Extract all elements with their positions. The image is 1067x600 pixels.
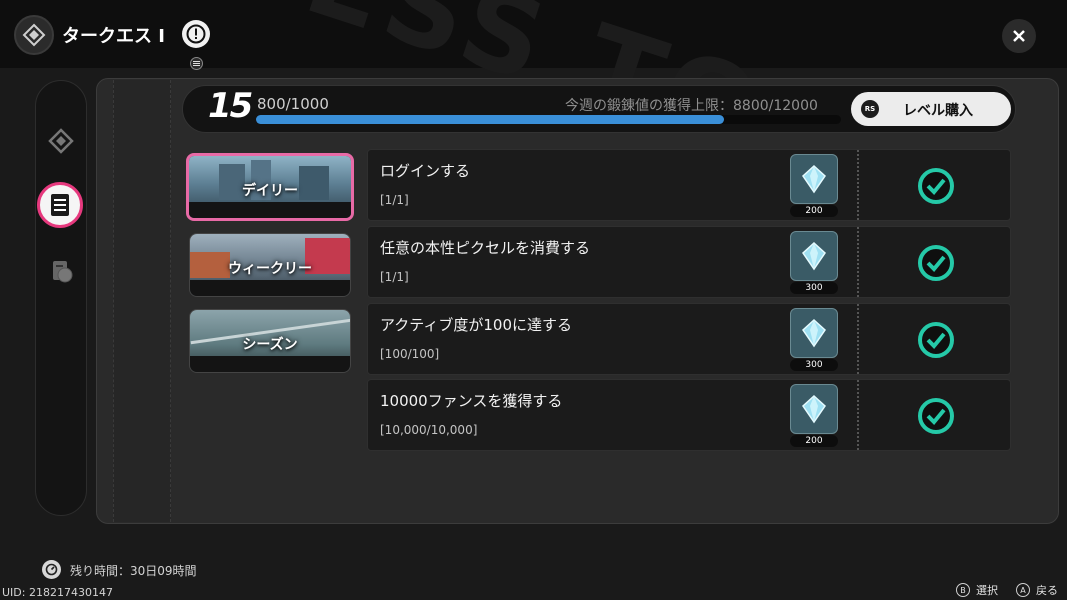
weekly-cap-text: 今週の鍛錬値の獲得上限：8800/12000 [565,98,818,114]
xp-progress-text: 800/1000 [257,95,329,113]
close-icon [1013,30,1025,42]
nav-records-button[interactable] [40,250,82,292]
level-number: 15 [208,86,253,126]
page-title: タークエス Ⅰ [62,26,165,47]
check-complete-icon [918,398,954,434]
b-button-icon: B [956,583,970,597]
hint-back[interactable]: A 戻る [1016,582,1058,598]
tab-daily-label: デイリー [242,183,298,199]
crystal-icon [790,154,838,204]
mission-row[interactable]: ログインする [1/1] 200 [367,149,1011,221]
check-complete-icon [918,245,954,281]
row-divider [857,150,859,220]
hint-select-label: 選択 [976,584,998,597]
main-panel [96,78,1059,524]
reward-item[interactable]: 200 [790,154,838,217]
clock-icon [42,560,61,579]
exclamation-icon[interactable] [182,20,210,48]
remaining-time: 残り時間：30日09時間 [70,564,197,578]
mission-title: ログインする [380,162,471,180]
menu-icon[interactable] [190,57,203,70]
reward-item[interactable]: 200 [790,384,838,447]
reward-item[interactable]: 300 [790,231,838,294]
crystal-icon [790,384,838,434]
decorative-strip [113,80,171,522]
buy-level-button[interactable]: RS レベル購入 [851,92,1011,126]
mission-progress: [1/1] [380,270,409,284]
emblem-icon [48,128,74,154]
reward-count: 200 [790,435,838,447]
xp-progress-fill [256,115,724,124]
mission-row[interactable]: 任意の本性ピクセルを消費する [1/1] 300 [367,226,1011,298]
crystal-icon [790,308,838,358]
buy-level-label: レベル購入 [903,103,973,119]
document-list-icon [51,194,69,216]
crystal-icon [790,231,838,281]
check-complete-icon [918,168,954,204]
tab-daily[interactable]: デイリー [186,153,354,221]
mission-title: アクティブ度が100に達する [380,316,572,334]
user-id: UID: 218217430147 [2,586,113,599]
xp-progress-bar [256,115,841,124]
check-complete-icon [918,322,954,358]
row-divider [857,380,859,450]
tab-season[interactable]: シーズン [189,309,351,373]
row-divider [857,304,859,374]
mission-row[interactable]: 10000ファンスを獲得する [10,000/10,000] 200 [367,379,1011,451]
reward-count: 200 [790,205,838,217]
game-logo-icon [14,15,54,55]
close-button[interactable] [1002,19,1036,53]
reward-count: 300 [790,359,838,371]
hint-back-label: 戻る [1036,584,1058,597]
reward-item[interactable]: 300 [790,308,838,371]
nav-emblem-button[interactable] [40,120,82,162]
mission-progress: [100/100] [380,347,440,361]
mission-progress: [1/1] [380,193,409,207]
rs-button-icon: RS [861,100,879,118]
tab-weekly[interactable]: ウィークリー [189,233,351,297]
tab-season-label: シーズン [242,337,298,353]
mission-row[interactable]: アクティブ度が100に達する [100/100] 300 [367,303,1011,375]
tab-weekly-label: ウィークリー [228,261,312,277]
nav-missions-button[interactable] [37,182,83,228]
hint-select[interactable]: B 選択 [956,582,998,598]
mission-title: 10000ファンスを獲得する [380,392,563,410]
a-button-icon: A [1016,583,1030,597]
mission-progress: [10,000/10,000] [380,423,478,437]
mission-title: 任意の本性ピクセルを消費する [380,239,591,257]
row-divider [857,227,859,297]
record-book-icon [53,261,73,283]
reward-count: 300 [790,282,838,294]
